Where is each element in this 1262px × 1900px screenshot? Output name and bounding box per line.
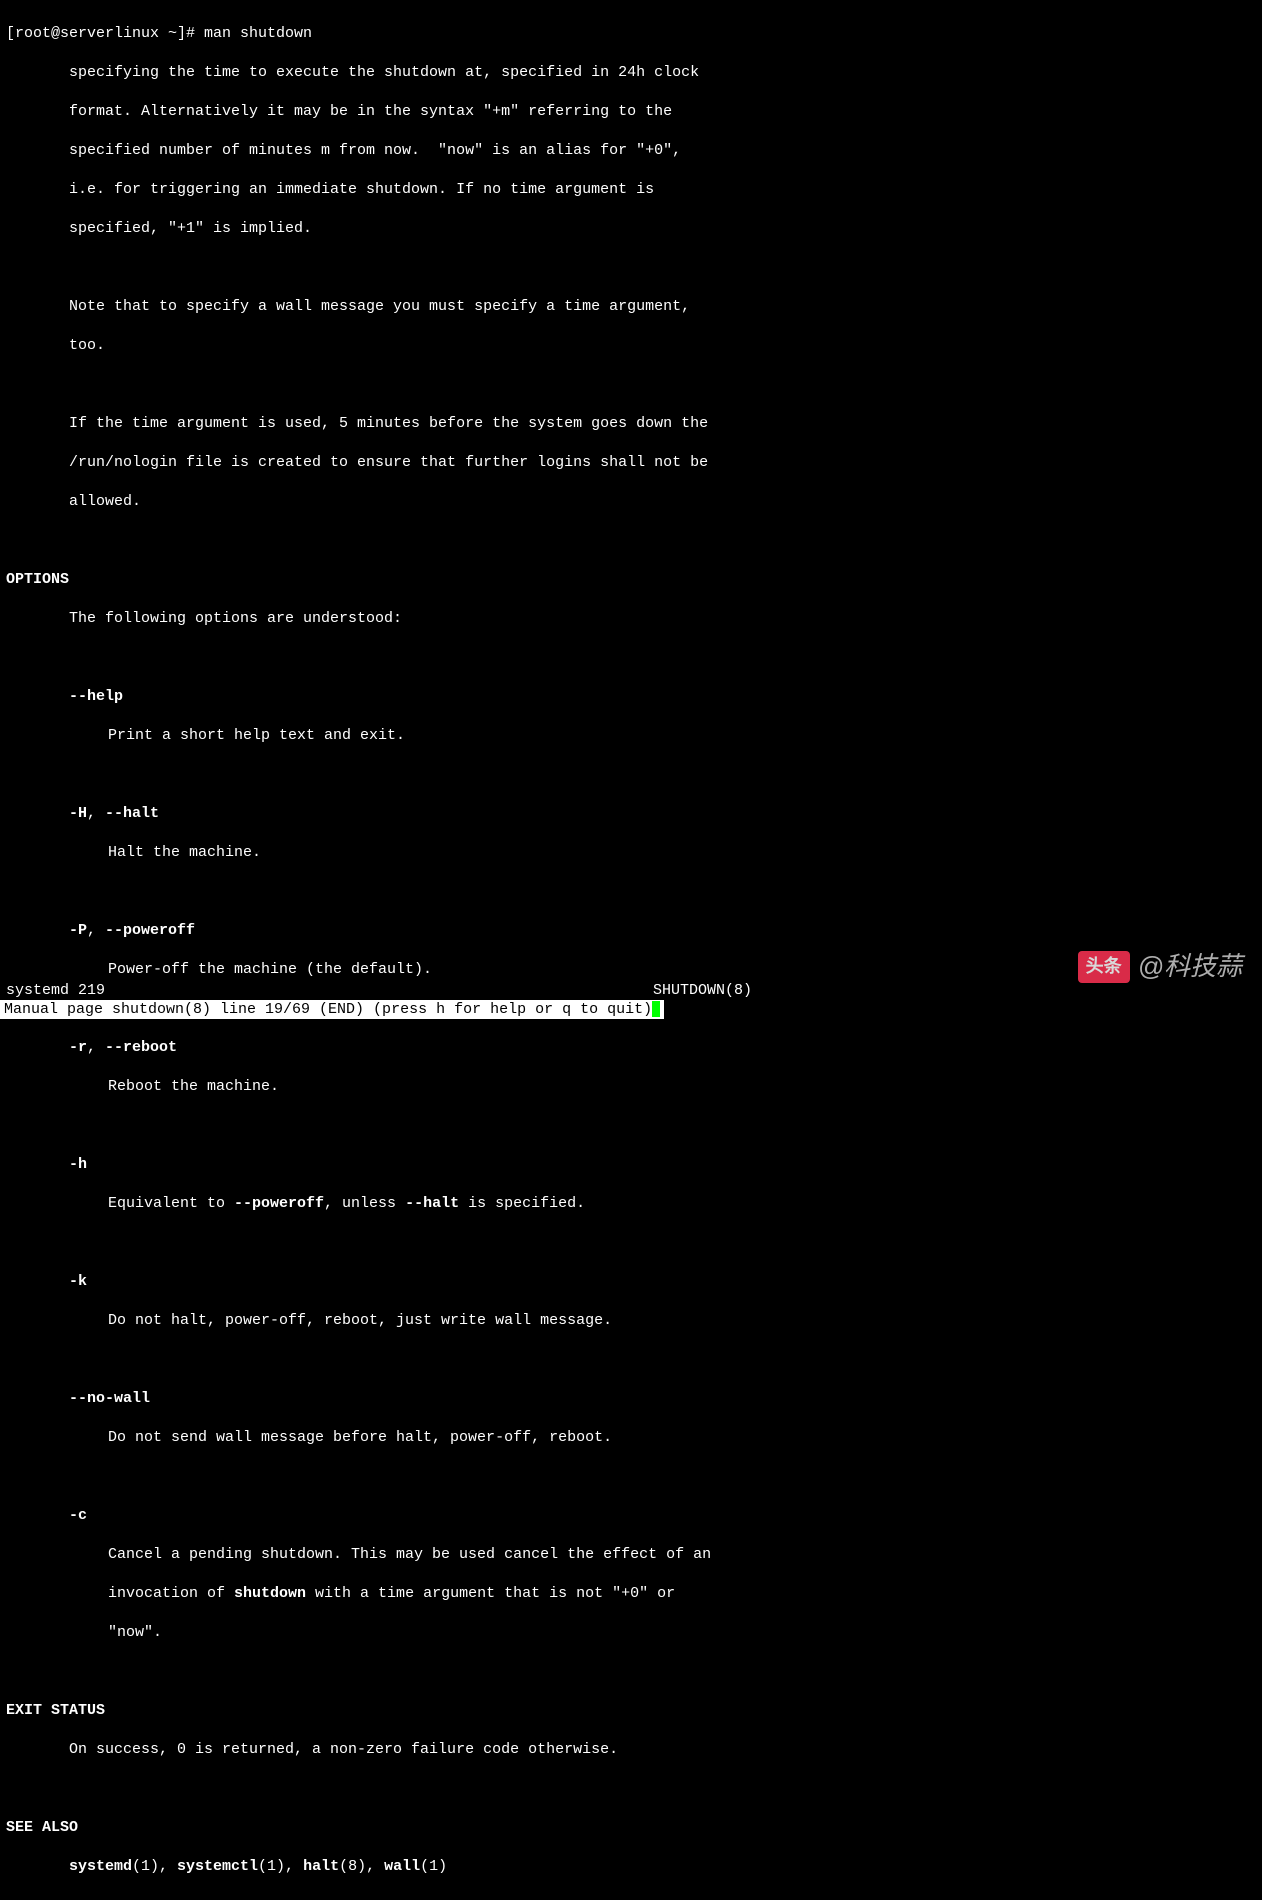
option-desc: Print a short help text and exit. [6,726,1256,746]
terminal-output[interactable]: [root@serverlinux ~]# man shutdown speci… [0,0,1262,1900]
cursor-icon [652,1001,660,1017]
desc-text: i.e. for triggering an immediate shutdow… [6,180,1256,200]
status-text: Manual page shutdown(8) line 19/69 (END)… [4,1000,652,1020]
watermark-text: @科技蒜 [1138,950,1242,984]
desc-text: specifying the time to execute the shutd… [6,63,1256,83]
option-desc: invocation of shutdown with a time argum… [6,1584,1256,1604]
option-flag-halt: -H, --halt [6,804,1256,824]
desc-text: allowed. [6,492,1256,512]
option-desc: Reboot the machine. [6,1077,1256,1097]
option-desc: "now". [6,1623,1256,1643]
desc-text: If the time argument is used, 5 minutes … [6,414,1256,434]
exit-status-text: On success, 0 is returned, a non-zero fa… [6,1740,1256,1760]
see-also-list: systemd(1), systemctl(1), halt(8), wall(… [6,1857,1256,1877]
desc-text: Note that to specify a wall message you … [6,297,1256,317]
option-desc: Cancel a pending shutdown. This may be u… [6,1545,1256,1565]
option-flag-c: -c [6,1506,1256,1526]
options-intro: The following options are understood: [6,609,1256,629]
option-flag-k: -k [6,1272,1256,1292]
watermark: 头条 @科技蒜 [1078,950,1242,984]
footer-left: systemd 219 [6,981,105,1001]
option-desc: Power-off the machine (the default). [6,960,1256,980]
desc-text: format. Alternatively it may be in the s… [6,102,1256,122]
desc-text: specified number of minutes m from now. … [6,141,1256,161]
options-header: OPTIONS [6,570,1256,590]
option-desc: Equivalent to --poweroff, unless --halt … [6,1194,1256,1214]
footer-right: SHUTDOWN(8) [653,981,752,1001]
see-also-header: SEE ALSO [6,1818,1256,1838]
pager-status-bar[interactable]: Manual page shutdown(8) line 19/69 (END)… [0,1000,664,1020]
option-desc: Do not send wall message before halt, po… [6,1428,1256,1448]
option-desc: Halt the machine. [6,843,1256,863]
desc-text: specified, "+1" is implied. [6,219,1256,239]
option-flag-nowall: --no-wall [6,1389,1256,1409]
watermark-logo-icon: 头条 [1078,951,1130,982]
desc-text: too. [6,336,1256,356]
prompt-line: [root@serverlinux ~]# man shutdown [6,24,1256,44]
option-desc: Do not halt, power-off, reboot, just wri… [6,1311,1256,1331]
option-flag-help: --help [6,687,1256,707]
exit-status-header: EXIT STATUS [6,1701,1256,1721]
desc-text: /run/nologin file is created to ensure t… [6,453,1256,473]
option-flag-poweroff: -P, --poweroff [6,921,1256,941]
manpage-footer: systemd 219 SHUTDOWN(8) [6,981,1262,1001]
option-flag-h: -h [6,1155,1256,1175]
option-flag-reboot: -r, --reboot [6,1038,1256,1058]
